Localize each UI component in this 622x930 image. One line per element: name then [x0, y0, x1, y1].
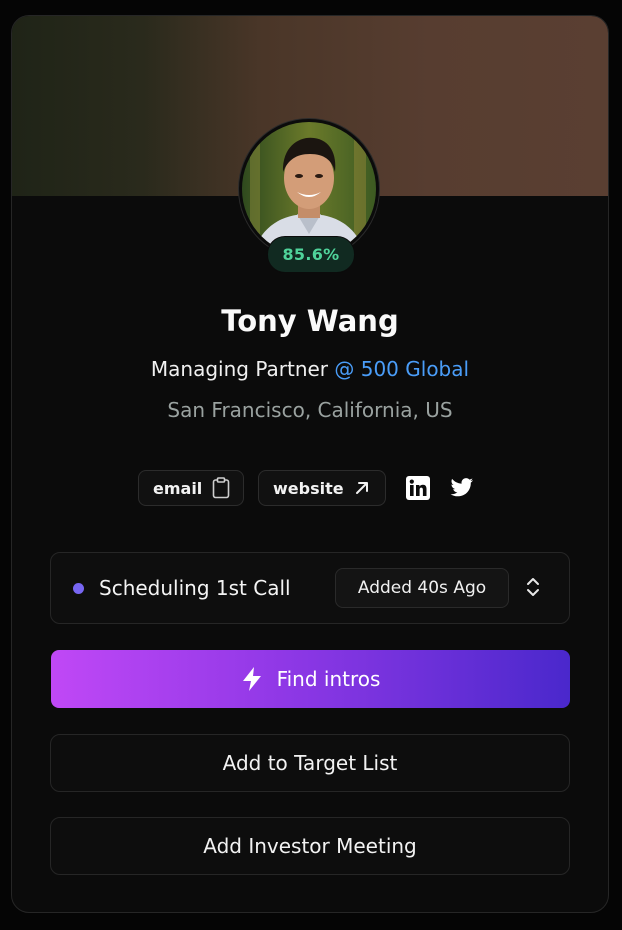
email-label: email [153, 478, 203, 498]
company-link[interactable]: 500 Global [361, 357, 469, 381]
job-title: Managing Partner [150, 357, 329, 381]
lightning-bolt-icon [241, 666, 263, 692]
contact-links: email website [138, 470, 474, 506]
website-label: website [273, 478, 344, 498]
website-link-button[interactable]: website [258, 470, 386, 506]
find-intros-button[interactable]: Find intros [51, 650, 570, 708]
at-symbol: @ [334, 357, 355, 381]
chevron-up-down-icon[interactable] [525, 575, 541, 604]
status-dot [73, 582, 84, 594]
linkedin-icon[interactable] [406, 476, 430, 500]
pipeline-status-select[interactable]: Scheduling 1st Call Added 40s Ago [50, 552, 570, 624]
add-to-target-list-button[interactable]: Add to Target List [50, 734, 570, 792]
profile-role: Managing Partner @ 500 Global [12, 357, 608, 381]
investor-profile-card: 85.6% Tony Wang Managing Partner @ 500 G… [11, 15, 609, 913]
arrow-up-right-icon [354, 480, 370, 496]
profile-name: Tony Wang [221, 304, 399, 338]
twitter-icon[interactable] [450, 478, 474, 498]
add-investor-meeting-button[interactable]: Add Investor Meeting [50, 817, 570, 875]
clipboard-icon [212, 477, 230, 499]
find-intros-label: Find intros [276, 667, 381, 691]
match-score-badge: 85.6% [267, 236, 355, 273]
profile-location: San Francisco, California, US [167, 398, 453, 422]
copy-email-button[interactable]: email [138, 470, 244, 506]
added-time-badge: Added 40s Ago [335, 568, 509, 608]
status-label: Scheduling 1st Call [99, 576, 291, 600]
